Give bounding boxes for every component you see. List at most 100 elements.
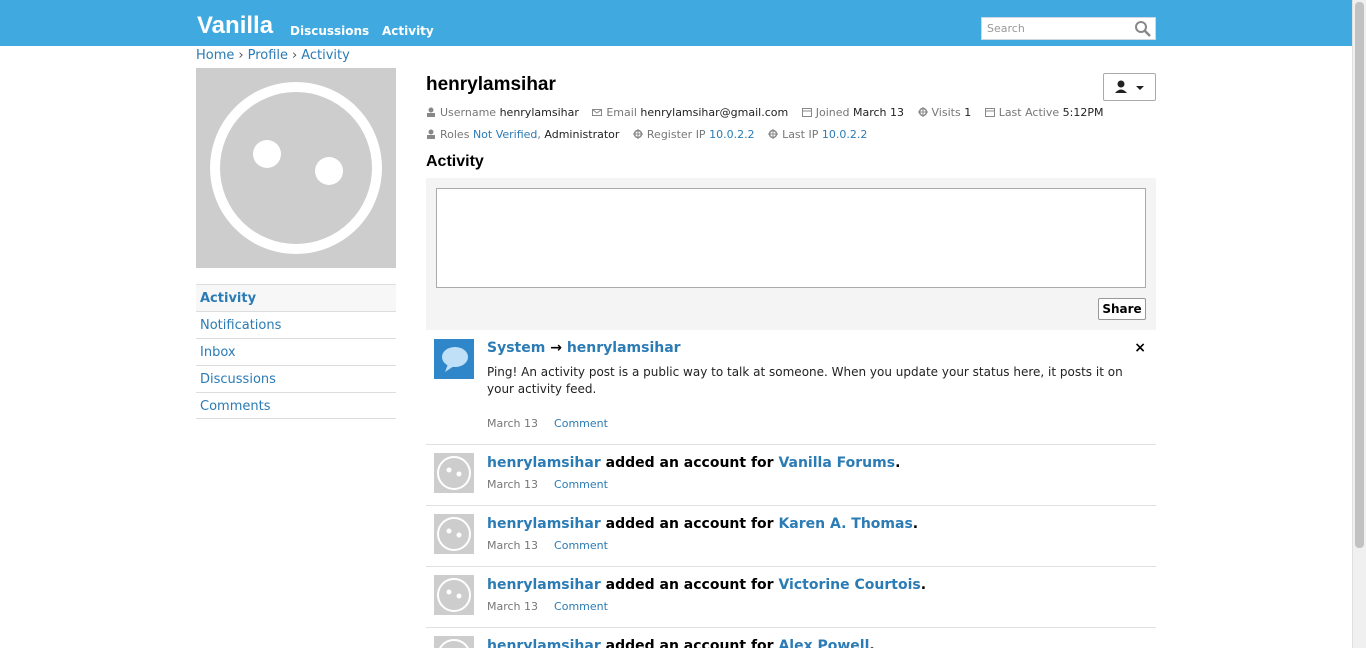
activity-object-link[interactable]: Vanilla Forums: [778, 455, 895, 471]
sidebar-item-comments[interactable]: Comments: [196, 392, 396, 419]
scrollbar-thumb[interactable]: [1355, 2, 1364, 548]
activity-actor-link[interactable]: henrylamsihar: [487, 638, 601, 648]
activity-meta: March 13 Comment: [487, 600, 608, 613]
email-value: henrylamsihar@gmail.com: [640, 106, 789, 119]
email-icon: [592, 109, 603, 116]
activity-headline: henrylamsihar added an account for Victo…: [487, 577, 926, 593]
speech-bubble-icon[interactable]: [434, 339, 474, 379]
activity-text: added an account for: [605, 516, 774, 532]
activity-headline: henrylamsihar added an account for Alex …: [487, 638, 875, 648]
activity-meta: March 13 Comment: [487, 417, 608, 430]
profile-meta-row-2: Roles Not Verified, Administrator Regist…: [426, 128, 877, 141]
avatar-face-icon[interactable]: [434, 453, 474, 493]
activity-item: henrylamsihar added an account for Vanil…: [426, 445, 1156, 506]
search-icon[interactable]: [1134, 20, 1152, 38]
avatar-face-icon[interactable]: [434, 636, 474, 648]
comment-link[interactable]: Comment: [554, 539, 608, 552]
activity-object-link[interactable]: Alex Powell: [778, 638, 869, 648]
share-button[interactable]: Share: [1098, 298, 1146, 320]
comment-link[interactable]: Comment: [554, 600, 608, 613]
comment-link[interactable]: Comment: [554, 417, 608, 430]
breadcrumb-home[interactable]: Home: [196, 48, 234, 63]
activity-text: added an account for: [605, 577, 774, 593]
activity-item: henrylamsihar added an account for Alex …: [426, 628, 1156, 648]
last-ip-label: Last IP: [782, 128, 819, 141]
calendar-icon: [801, 108, 812, 117]
calendar-icon: [984, 108, 995, 117]
profile-meta-row-1: Username henrylamsihar Email henrylamsih…: [426, 106, 1113, 119]
close-icon[interactable]: ×: [1134, 340, 1146, 356]
joined-label: Joined: [815, 106, 850, 119]
activity-end: .: [920, 577, 927, 593]
sidebar-item-discussions[interactable]: Discussions: [196, 365, 396, 392]
activity-headline: System → henrylamsihar: [487, 340, 681, 356]
sidebar-item-activity[interactable]: Activity: [196, 284, 396, 311]
nav-discussions[interactable]: Discussions: [290, 24, 369, 38]
role-administrator: Administrator: [544, 128, 620, 141]
email-label: Email: [606, 106, 637, 119]
last-ip-link[interactable]: 10.0.2.2: [822, 128, 867, 141]
user-icon: [427, 107, 435, 117]
comment-link[interactable]: Comment: [554, 478, 608, 491]
top-bar: Vanilla Discussions Activity: [0, 0, 1352, 46]
last-active-label: Last Active: [998, 106, 1060, 119]
sidebar-item-inbox[interactable]: Inbox: [196, 338, 396, 365]
visits-value: 1: [964, 106, 972, 119]
user-icon: [1115, 80, 1144, 93]
breadcrumb-profile[interactable]: Profile: [248, 48, 288, 63]
activity-meta: March 13 Comment: [487, 478, 608, 491]
username-value: henrylamsihar: [499, 106, 579, 119]
activity-headline: henrylamsihar added an account for Karen…: [487, 516, 918, 532]
search-box: [981, 17, 1156, 40]
activity-text: added an account for: [605, 455, 774, 471]
status-update-box: Share: [426, 178, 1156, 330]
activity-target-link[interactable]: henrylamsihar: [567, 340, 681, 356]
visits-icon: [917, 107, 928, 117]
roles-icon: [427, 129, 435, 139]
activity-date: March 13: [487, 478, 539, 491]
activity-end: .: [869, 638, 875, 648]
search-input[interactable]: [982, 18, 1132, 39]
activity-actor-link[interactable]: henrylamsihar: [487, 577, 601, 593]
register-ip-label: Register IP: [646, 128, 706, 141]
last-active-value: 5:12PM: [1062, 106, 1104, 119]
activity-item: System → henrylamsihar Ping! An activity…: [426, 330, 1156, 445]
breadcrumb-activity[interactable]: Activity: [301, 48, 350, 63]
activity-object-link[interactable]: Karen A. Thomas: [778, 516, 912, 532]
joined-value: March 13: [852, 106, 905, 119]
activity-actor-link[interactable]: henrylamsihar: [487, 516, 601, 532]
brand-logo[interactable]: Vanilla: [197, 12, 273, 40]
profile-username: henrylamsihar: [426, 74, 556, 95]
nav-activity[interactable]: Activity: [382, 24, 434, 38]
activity-item: henrylamsihar added an account for Karen…: [426, 506, 1156, 567]
sidebar-item-notifications[interactable]: Notifications: [196, 311, 396, 338]
ip-icon: [632, 129, 643, 139]
status-textarea[interactable]: [436, 188, 1146, 288]
username-label: Username: [440, 106, 497, 119]
activity-date: March 13: [487, 539, 539, 552]
profile-options-button[interactable]: [1103, 73, 1156, 101]
activity-date: March 13: [487, 417, 539, 430]
activity-end: .: [912, 516, 919, 532]
scrollbar[interactable]: [1352, 0, 1366, 648]
profile-side-menu: Activity Notifications Inbox Discussions…: [196, 284, 396, 419]
activity-item: henrylamsihar added an account for Victo…: [426, 567, 1156, 628]
avatar-face-icon[interactable]: [434, 514, 474, 554]
arrow-text: →: [550, 340, 562, 356]
activity-meta: March 13 Comment: [487, 539, 608, 552]
avatar-face-icon[interactable]: [434, 575, 474, 615]
activity-object-link[interactable]: Victorine Courtois: [778, 577, 920, 593]
avatar-face-icon: [210, 82, 382, 254]
activity-body: Ping! An activity post is a public way t…: [487, 365, 1123, 396]
register-ip-link[interactable]: 10.0.2.2: [709, 128, 754, 141]
profile-avatar[interactable]: [196, 68, 396, 268]
activity-actor-link[interactable]: System: [487, 340, 545, 356]
activity-headline: henrylamsihar added an account for Vanil…: [487, 455, 900, 471]
caret-down-icon: [1136, 86, 1144, 90]
activity-end: .: [895, 455, 901, 471]
ip-icon: [768, 129, 779, 139]
role-not-verified-link[interactable]: Not Verified: [473, 128, 537, 141]
activity-date: March 13: [487, 600, 539, 613]
activity-actor-link[interactable]: henrylamsihar: [487, 455, 601, 471]
breadcrumb: Home › Profile › Activity: [196, 48, 350, 63]
